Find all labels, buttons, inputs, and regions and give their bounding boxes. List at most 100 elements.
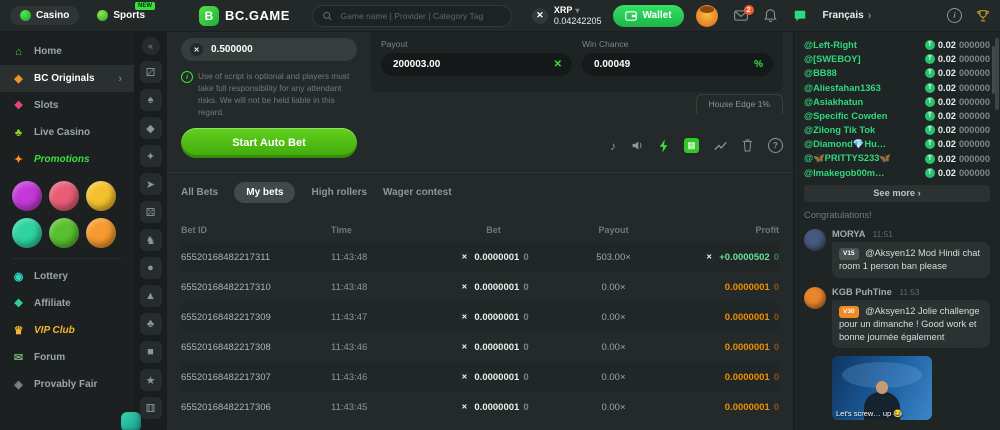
tab-my-bets[interactable]: My bets <box>234 182 295 203</box>
winner-amount: 0.02000000 <box>925 139 990 149</box>
winner-row[interactable]: @Asiakhatun 0.02000000 <box>804 95 990 109</box>
sidebar-item-live-casino[interactable]: ♣ Live Casino <box>0 119 134 146</box>
winner-name[interactable]: @Zilong Tik Tok <box>804 125 875 135</box>
promo-icon-5[interactable] <box>49 218 79 248</box>
wallet-button[interactable]: Wallet <box>613 5 683 27</box>
bell-icon[interactable] <box>764 9 777 22</box>
table-row[interactable]: 65520168482217308 11:43:46 0.00000010 0.… <box>181 332 779 362</box>
sidebar-item-home[interactable]: ⌂ Home <box>0 38 134 65</box>
rail-game-icon[interactable]: ➤ <box>140 173 162 195</box>
winner-name[interactable]: @Imakegob00m… <box>804 168 884 178</box>
winner-name[interactable]: @[SWEBOY] <box>804 54 861 64</box>
trash-icon[interactable] <box>742 139 753 152</box>
sidebar-item-promotions[interactable]: ✦ Promotions <box>0 146 134 173</box>
rail-game-icon[interactable]: ■ <box>140 341 162 363</box>
winner-name[interactable]: @Specific Cowden <box>804 111 887 121</box>
winner-row[interactable]: @Specific Cowden 0.02000000 <box>804 109 990 123</box>
winner-name[interactable]: @🦋PRITTYS233🦋 <box>804 153 891 164</box>
winner-name[interactable]: @Left-Right <box>804 40 857 50</box>
winner-row[interactable]: @Aliesfahan1363 0.02000000 <box>804 81 990 95</box>
tab-high-rollers[interactable]: High rollers <box>311 182 367 203</box>
sidebar-item-vip-club[interactable]: ♛ VIP Club <box>0 317 134 344</box>
winner-name[interactable]: @BB88 <box>804 68 837 78</box>
winner-name[interactable]: @Asiakhatun <box>804 97 863 107</box>
rail-game-icon[interactable]: ★ <box>140 369 162 391</box>
winner-name[interactable]: @Aliesfahan1363 <box>804 83 881 93</box>
win-chance-input[interactable] <box>592 58 748 71</box>
avatar[interactable] <box>804 287 826 309</box>
sidebar-item-bc-originals[interactable]: ◆ BC Originals › <box>0 65 134 92</box>
winner-row[interactable]: @BB88 0.02000000 <box>804 66 990 80</box>
sidebar-item-provably-fair[interactable]: ◈ Provably Fair <box>0 371 134 398</box>
mail-icon[interactable]: 2 <box>734 10 748 21</box>
table-row[interactable]: 65520168482217309 11:43:47 0.00000010 0.… <box>181 302 779 332</box>
table-row[interactable]: 65520168482217311 11:43:48 0.00000010 50… <box>181 242 779 272</box>
start-auto-bet-button[interactable]: Start Auto Bet <box>181 128 357 158</box>
payout-input[interactable] <box>391 58 548 71</box>
sidebar-item-forum[interactable]: ✉ Forum <box>0 344 134 371</box>
rail-game-icon[interactable]: ▲ <box>140 285 162 307</box>
table-row[interactable]: 65520168482217307 11:43:46 0.00000010 0.… <box>181 362 779 392</box>
music-note-icon[interactable]: ♪ <box>610 139 616 153</box>
keyboard-icon[interactable] <box>684 138 699 153</box>
rail-game-icon[interactable]: ● <box>140 257 162 279</box>
live-stats-icon[interactable] <box>714 139 727 152</box>
promo-icon-2[interactable] <box>49 181 79 211</box>
avatar[interactable] <box>804 229 826 251</box>
rail-game-icon[interactable]: ⚄ <box>140 201 162 223</box>
balance-selector[interactable]: XRP 0.04242205 <box>532 5 602 26</box>
scrollbar-thumb[interactable] <box>995 38 999 110</box>
sports-tab[interactable]: NEW Sports <box>89 6 153 25</box>
language-selector[interactable]: Français <box>823 10 872 22</box>
winner-row[interactable]: @🦋PRITTYS233🦋 0.02000000 <box>804 152 990 166</box>
username[interactable]: MORYA <box>832 229 865 239</box>
table-row[interactable]: 65520168482217306 11:43:45 0.00000010 0.… <box>181 392 779 422</box>
username[interactable]: KGB PuhTine <box>832 287 892 297</box>
chat-icon[interactable] <box>793 9 807 23</box>
table-row[interactable]: 65520168482217310 11:43:48 0.00000010 0.… <box>181 272 779 302</box>
rail-game-icon[interactable]: ✦ <box>140 145 162 167</box>
trophy-icon[interactable] <box>976 9 990 23</box>
winner-row[interactable]: @[SWEBOY] 0.02000000 <box>804 52 990 66</box>
rail-game-icon[interactable]: ♞ <box>140 229 162 251</box>
winner-row[interactable]: @Zilong Tik Tok 0.02000000 <box>804 123 990 137</box>
promo-icon-3[interactable] <box>86 181 116 211</box>
bet-time: 11:43:47 <box>331 312 431 323</box>
winner-row[interactable]: @Diamond💎Hu… 0.02000000 <box>804 137 990 151</box>
search-bar[interactable] <box>312 5 512 27</box>
bet-amount-input[interactable] <box>209 43 348 56</box>
win-chance-input-wrap[interactable]: % <box>582 53 773 76</box>
tab-all-bets[interactable]: All Bets <box>181 182 218 203</box>
collapse-sidebar-button[interactable] <box>142 37 160 55</box>
rail-game-icon[interactable]: ⚅ <box>140 397 162 419</box>
support-chat-icon[interactable] <box>121 412 141 430</box>
bc-game-app: Casino NEW Sports B BC.GAME XRP <box>0 0 1000 430</box>
rail-game-icon[interactable]: ♣ <box>140 313 162 335</box>
sidebar-item-affiliate[interactable]: ❖ Affiliate <box>0 290 134 317</box>
sound-icon[interactable] <box>631 139 644 152</box>
promo-icon-4[interactable] <box>12 218 42 248</box>
search-input[interactable] <box>339 10 502 22</box>
chat-image-attachment[interactable]: Let's screw… up 😂 <box>832 356 932 420</box>
payout-input-wrap[interactable]: ✕ <box>381 53 572 76</box>
see-more-button[interactable]: See more › <box>804 185 990 202</box>
sidebar-item-lottery[interactable]: ◉ Lottery <box>0 263 134 290</box>
rail-game-icon[interactable]: ♠ <box>140 89 162 111</box>
sidebar-item-slots[interactable]: ❖ Slots <box>0 92 134 119</box>
winner-row[interactable]: @Imakegob00m… 0.02000000 <box>804 166 990 180</box>
lightning-icon[interactable] <box>659 139 669 153</box>
avatar[interactable] <box>696 5 718 27</box>
rail-game-icon[interactable]: ⚂ <box>140 61 162 83</box>
info-icon[interactable] <box>947 8 962 23</box>
promo-icon-6[interactable] <box>86 218 116 248</box>
rail-game-icon[interactable]: ◆ <box>140 117 162 139</box>
promo-icon-1[interactable] <box>12 181 42 211</box>
winner-row[interactable]: @Left-Right 0.02000000 <box>804 38 990 52</box>
help-icon[interactable] <box>768 138 783 153</box>
winner-name[interactable]: @Diamond💎Hu… <box>804 139 886 150</box>
tab-wager-contest[interactable]: Wager contest <box>383 182 452 203</box>
casino-tab[interactable]: Casino <box>10 6 79 25</box>
bet-amount-field[interactable] <box>181 38 357 61</box>
logo[interactable]: B BC.GAME <box>199 6 290 26</box>
timestamp: 11:51 <box>873 229 893 239</box>
